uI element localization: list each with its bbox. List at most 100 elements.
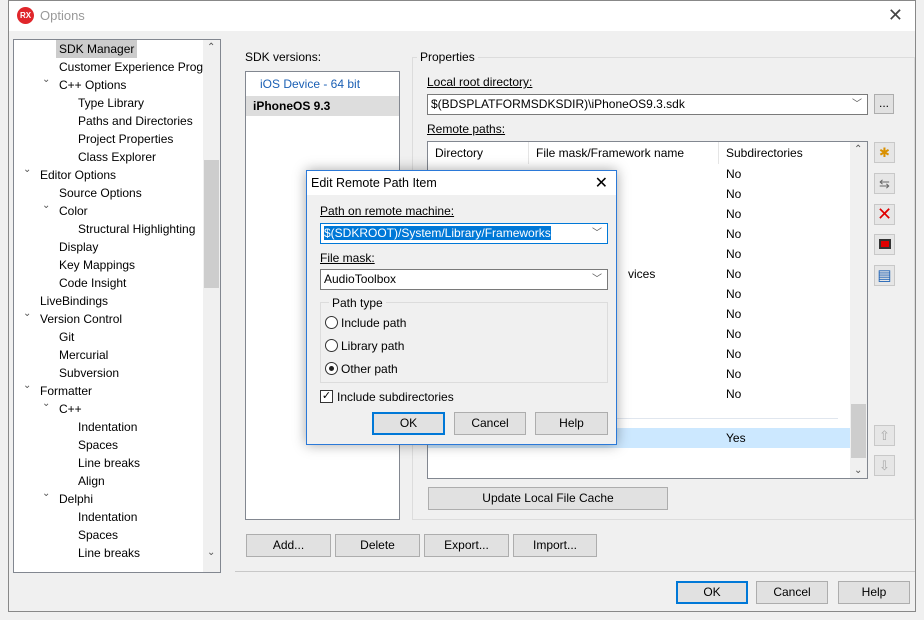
tree-item[interactable]: Mercurial (59, 346, 108, 364)
save-icon[interactable]: ▤ (874, 265, 895, 286)
window-title: Options (40, 8, 85, 23)
move-up-icon[interactable]: ⇧ (874, 425, 895, 446)
close-icon[interactable]: ✕ (595, 173, 608, 193)
chevron-down-icon[interactable]: ﹀ (592, 224, 602, 243)
remote-paths-label: Remote paths: (427, 122, 506, 136)
tree-item[interactable]: Structural Highlighting (78, 220, 195, 238)
local-root-combo[interactable]: $(BDSPLATFORMSDKSDIR)\iPhoneOS9.3.sdk ﹀ (427, 94, 868, 115)
table-scrollbar[interactable]: ⌃ ⌄ (850, 142, 867, 478)
ok-button[interactable]: OK (676, 581, 748, 604)
subdirectories-cell: No (726, 287, 742, 301)
expand-chevron-icon[interactable]: ⌄ (23, 308, 31, 319)
tree-item[interactable]: Code Insight (59, 274, 126, 292)
path-label: Path on remote machine: (320, 204, 455, 218)
record-icon[interactable] (874, 234, 895, 255)
sdk-item-selected[interactable]: iPhoneOS 9.3 (246, 96, 399, 116)
tree-item[interactable]: Customer Experience Progr (59, 58, 207, 76)
tree-item[interactable]: Project Properties (78, 130, 173, 148)
scroll-down-icon[interactable]: ⌄ (207, 547, 215, 558)
close-icon[interactable]: ✕ (888, 5, 903, 26)
tree-item[interactable]: Color (59, 202, 88, 220)
add-button[interactable]: Add... (246, 534, 331, 557)
sdk-versions-label: SDK versions: (245, 50, 322, 64)
tree-item[interactable]: Class Explorer (78, 148, 156, 166)
update-local-file-cache-button[interactable]: Update Local File Cache (428, 487, 668, 510)
expand-chevron-icon[interactable]: ⌄ (23, 380, 31, 391)
subdirectories-cell: No (726, 387, 742, 401)
subdirectories-cell: No (726, 187, 742, 201)
tree-item[interactable]: Indentation (78, 418, 137, 436)
tree-item[interactable]: Spaces (78, 526, 118, 544)
tree-item[interactable]: Key Mappings (59, 256, 135, 274)
dialog-ok-button[interactable]: OK (372, 412, 445, 435)
tree-item[interactable]: Line breaks (78, 544, 140, 562)
expand-chevron-icon[interactable]: ⌄ (23, 164, 31, 175)
subdirectories-cell: Yes (726, 431, 746, 445)
edit-remote-path-dialog: Edit Remote Path Item ✕ Path on remote m… (306, 170, 617, 445)
import-button[interactable]: Import... (513, 534, 597, 557)
properties-label: Properties (417, 50, 478, 64)
delete-icon[interactable]: ✕ (874, 204, 895, 225)
expand-chevron-icon[interactable]: ⌄ (42, 74, 50, 85)
dialog-title-bar: Edit Remote Path Item ✕ (307, 171, 616, 195)
tree-item[interactable]: Paths and Directories (78, 112, 193, 130)
file-mask-combo[interactable]: AudioToolbox ﹀ (320, 269, 608, 290)
subdirectories-cell: No (726, 167, 742, 181)
options-tree[interactable]: Line breaks Spaces Indentation Delphi Align L… (13, 39, 221, 573)
tree-item[interactable]: Align (78, 472, 105, 490)
expand-chevron-icon[interactable]: ⌄ (42, 488, 50, 499)
radio-button[interactable] (325, 339, 338, 352)
tree-item[interactable]: Spaces (78, 436, 118, 454)
chevron-down-icon[interactable]: ﹀ (852, 95, 862, 114)
file-mask-cell: vices (628, 267, 656, 281)
chevron-down-icon[interactable]: ﹀ (592, 270, 602, 289)
radio-button-checked[interactable] (325, 362, 338, 375)
column-header-subdirectories[interactable]: Subdirectories (726, 146, 803, 160)
path-type-label: Path type (329, 296, 386, 310)
sdk-item[interactable]: iOS Device - 64 bit (246, 74, 399, 94)
add-folder-icon[interactable]: ✱ (874, 142, 895, 163)
column-header-directory[interactable]: Directory (435, 146, 483, 160)
move-down-icon[interactable]: ⇩ (874, 455, 895, 476)
dialog-help-button[interactable]: Help (535, 412, 608, 435)
path-value: $(SDKROOT)/System/Library/Frameworks (324, 226, 551, 240)
help-button[interactable]: Help (838, 581, 910, 604)
tree-item[interactable]: Git (59, 328, 74, 346)
tree-item[interactable]: C++ (59, 400, 82, 418)
tree-item[interactable]: Version Control (40, 310, 122, 328)
expand-chevron-icon[interactable]: ⌄ (42, 398, 50, 409)
browse-button[interactable]: ... (874, 94, 894, 114)
cancel-button[interactable]: Cancel (756, 581, 828, 604)
scroll-down-icon[interactable]: ⌄ (854, 465, 862, 476)
title-bar: RX Options ✕ (9, 1, 915, 31)
app-logo: RX (17, 7, 34, 24)
tree-item[interactable]: Indentation (78, 508, 137, 526)
scroll-up-icon[interactable]: ⌃ (854, 144, 862, 155)
column-header-file-mask[interactable]: File mask/Framework name (536, 146, 684, 160)
tree-item[interactable]: Type Library (78, 94, 144, 112)
tree-item[interactable]: Line breaks (78, 454, 140, 472)
delete-button[interactable]: Delete (335, 534, 420, 557)
scroll-thumb[interactable] (851, 404, 866, 458)
tree-scrollbar[interactable]: ⌃ ⌄ (203, 40, 220, 572)
tree-item[interactable]: Editor Options (40, 166, 116, 184)
expand-chevron-icon[interactable]: ⌄ (42, 200, 50, 211)
subdirectories-cell: No (726, 207, 742, 221)
scroll-up-icon[interactable]: ⌃ (207, 42, 215, 53)
tree-item[interactable]: Subversion (59, 364, 119, 382)
replace-icon[interactable]: ⇆ (874, 173, 895, 194)
tree-item[interactable]: Display (59, 238, 98, 256)
radio-button[interactable] (325, 316, 338, 329)
tree-item[interactable]: C++ Options (59, 76, 126, 94)
tree-item[interactable]: Source Options (59, 184, 142, 202)
scroll-thumb[interactable] (204, 160, 219, 288)
divider (235, 571, 915, 572)
local-root-label: Local root directory: (427, 75, 533, 89)
dialog-cancel-button[interactable]: Cancel (454, 412, 526, 435)
tree-item[interactable]: SDK Manager (56, 40, 138, 58)
export-button[interactable]: Export... (424, 534, 509, 557)
tree-item[interactable]: LiveBindings (40, 292, 108, 310)
tree-item[interactable]: Delphi (59, 490, 93, 508)
checkmark-icon[interactable]: ✓ (320, 390, 333, 403)
path-combo[interactable]: $(SDKROOT)/System/Library/Frameworks ﹀ (320, 223, 608, 244)
